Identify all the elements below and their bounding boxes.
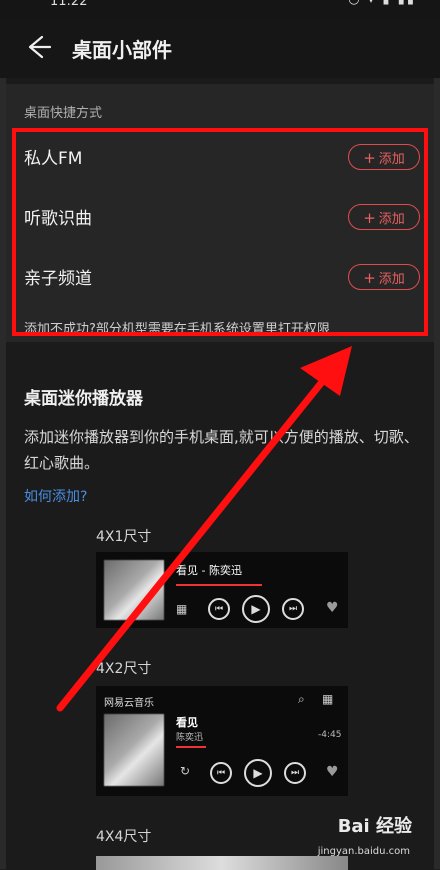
grid-icon[interactable]: ▦ bbox=[322, 692, 333, 706]
status-time: 11:22 bbox=[50, 0, 88, 9]
heart-icon[interactable]: ♥ bbox=[326, 764, 339, 780]
widget-brand: 网易云音乐 bbox=[104, 698, 154, 709]
widget-song: 看见 - 陈奕迅 bbox=[176, 564, 242, 577]
widget-time: -4:45 bbox=[318, 730, 342, 740]
next-icon[interactable]: ⏭ bbox=[282, 598, 304, 620]
album-art bbox=[104, 714, 164, 786]
app-header: 桌面小部件 bbox=[0, 18, 440, 78]
status-bar: 11:22 ◔ ▾ ▮ ▮▮ bbox=[0, 0, 440, 18]
size-label-4x4: 4X4尺寸 bbox=[96, 829, 152, 845]
previous-icon[interactable]: ⏮ bbox=[210, 762, 232, 784]
album-art bbox=[104, 560, 164, 620]
search-icon[interactable]: ⌕ bbox=[298, 692, 305, 707]
page-title: 桌面小部件 bbox=[72, 38, 172, 62]
section-label: 桌面快捷方式 bbox=[24, 106, 103, 121]
highlight-annotation-box bbox=[12, 128, 428, 336]
how-to-add-link[interactable]: 如何添加? bbox=[24, 486, 87, 506]
status-icons: ◔ ▾ ▮ ▮▮ bbox=[348, 0, 416, 7]
mini-player-description: 添加迷你播放器到你的手机桌面,就可以方便的播放、切歌、红心歌曲。 bbox=[24, 428, 419, 472]
size-label-4x1: 4X1尺寸 bbox=[96, 529, 152, 545]
widget-song: 看见 bbox=[176, 716, 198, 729]
play-icon[interactable]: ▶ bbox=[244, 759, 272, 787]
play-icon[interactable]: ▶ bbox=[242, 595, 270, 623]
progress-bar bbox=[176, 584, 262, 586]
progress-bar bbox=[176, 746, 206, 748]
heart-icon[interactable]: ♥ bbox=[326, 600, 339, 616]
widget-preview-4x4[interactable] bbox=[96, 856, 348, 870]
previous-icon[interactable]: ⏮ bbox=[208, 598, 230, 620]
widget-preview-4x1[interactable]: 看见 - 陈奕迅 ▦ ⏮ ▶ ⏭ ♥ bbox=[96, 552, 348, 628]
widget-preview-4x2[interactable]: 网易云音乐 ⌕ ▦ 看见 陈奕迅 -4:45 ↻ ⏮ ▶ ⏭ ♥ bbox=[96, 686, 348, 796]
next-icon[interactable]: ⏭ bbox=[284, 762, 306, 784]
size-label-4x2: 4X2尺寸 bbox=[96, 661, 152, 677]
widget-artist: 陈奕迅 bbox=[176, 733, 204, 743]
loop-icon[interactable]: ↻ bbox=[180, 764, 190, 778]
grid-icon[interactable]: ▦ bbox=[176, 602, 187, 616]
baidu-watermark-url: jingyan.baidu.com bbox=[317, 846, 410, 857]
baidu-watermark: Bai 经验 bbox=[337, 816, 412, 837]
mini-player-title: 桌面迷你播放器 bbox=[24, 389, 143, 409]
right-edge bbox=[434, 0, 440, 869]
back-arrow-icon[interactable] bbox=[22, 32, 52, 62]
